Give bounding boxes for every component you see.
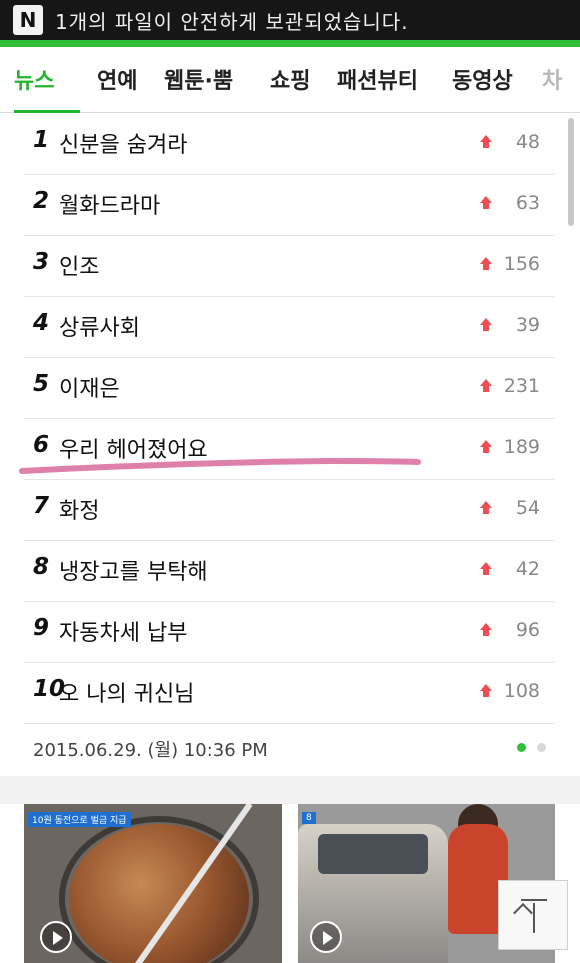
page-indicator-dot-active[interactable]: [517, 743, 526, 752]
thumbnail-caption: 10원 동전으로 벌금 지급: [28, 812, 131, 827]
page-indicator-dot[interactable]: [537, 743, 546, 752]
scroll-top-icon: [521, 899, 547, 901]
car-window-image: [318, 834, 428, 874]
tab-video[interactable]: 동영상: [452, 63, 513, 95]
ranking-item[interactable]: 7 화정 54: [24, 480, 555, 541]
tab-shopping[interactable]: 쇼핑: [270, 63, 310, 95]
rank-keyword[interactable]: 오 나의 귀신님: [59, 676, 194, 708]
rank-keyword[interactable]: 상류사회: [59, 310, 140, 342]
section-divider: [0, 776, 580, 804]
status-bar: N 1개의 파일이 안전하게 보관되었습니다.: [0, 0, 580, 40]
play-icon[interactable]: [40, 921, 72, 953]
rank-keyword[interactable]: 월화드라마: [59, 188, 160, 220]
rank-number: 9: [33, 615, 50, 641]
rank-number: 1: [33, 127, 50, 153]
tab-entertainment[interactable]: 연예: [97, 63, 137, 95]
tab-car[interactable]: 차: [542, 63, 562, 95]
rank-change: 63: [515, 192, 540, 214]
rank-keyword[interactable]: 이재은: [59, 371, 120, 403]
brand-bar: [0, 40, 580, 47]
rank-change: 39: [515, 314, 540, 336]
tab-webtoon[interactable]: 웹툰·뿜: [164, 63, 233, 95]
ranking-item[interactable]: 1 신분을 숨겨라 48: [24, 114, 555, 175]
rank-change: 156: [503, 253, 540, 275]
tab-fashion-beauty[interactable]: 패션뷰티: [337, 63, 418, 95]
rank-keyword[interactable]: 우리 헤어졌어요: [59, 432, 208, 464]
ranking-item[interactable]: 5 이재은 231: [24, 358, 555, 419]
scrollbar[interactable]: [568, 118, 574, 226]
ranking-item[interactable]: 9 자동차세 납부 96: [24, 602, 555, 663]
rank-number: 2: [33, 188, 50, 214]
thumbnail-caption: 8: [302, 812, 316, 824]
naver-app-icon: N: [13, 5, 43, 35]
play-icon[interactable]: [310, 921, 342, 953]
rank-number: 3: [33, 249, 50, 275]
rank-keyword[interactable]: 자동차세 납부: [59, 615, 187, 647]
rank-keyword[interactable]: 신분을 숨겨라: [59, 127, 187, 159]
video-thumbnail[interactable]: 10원 동전으로 벌금 지급: [24, 804, 282, 963]
ranking-item[interactable]: 6 우리 헤어졌어요 189: [24, 419, 555, 480]
ranking-item[interactable]: 2 월화드라마 63: [24, 175, 555, 236]
ranking-timestamp: 2015.06.29. (월) 10:36 PM: [33, 740, 268, 761]
rank-change: 96: [515, 619, 540, 641]
rank-number: 5: [33, 371, 50, 397]
rank-change: 189: [503, 436, 540, 458]
ranking-item[interactable]: 10 오 나의 귀신님 108: [24, 663, 555, 724]
rank-number: 4: [33, 310, 50, 336]
active-tab-indicator: [14, 110, 80, 113]
rank-number: 7: [33, 493, 50, 519]
rank-change: 108: [503, 680, 540, 702]
rank-change: 42: [515, 558, 540, 580]
rank-number: 8: [33, 554, 50, 580]
rank-change: 231: [503, 375, 540, 397]
rank-keyword[interactable]: 화정: [59, 493, 99, 525]
rank-number: 6: [33, 432, 50, 458]
category-tabs: 뉴스 연예 웹툰·뿜 쇼핑 패션뷰티 동영상 차: [0, 47, 580, 113]
ranking-item[interactable]: 8 냉장고를 부탁해 42: [24, 541, 555, 602]
rank-keyword[interactable]: 인조: [59, 249, 99, 281]
tab-news[interactable]: 뉴스: [14, 63, 54, 95]
rank-change: 48: [515, 131, 540, 153]
ranking-item[interactable]: 4 상류사회 39: [24, 297, 555, 358]
rank-change: 54: [515, 497, 540, 519]
rank-keyword[interactable]: 냉장고를 부탁해: [59, 554, 208, 586]
status-message: 1개의 파일이 안전하게 보관되었습니다.: [55, 9, 409, 34]
ranking-item[interactable]: 3 인조 156: [24, 236, 555, 297]
scroll-to-top-button[interactable]: [498, 880, 568, 950]
